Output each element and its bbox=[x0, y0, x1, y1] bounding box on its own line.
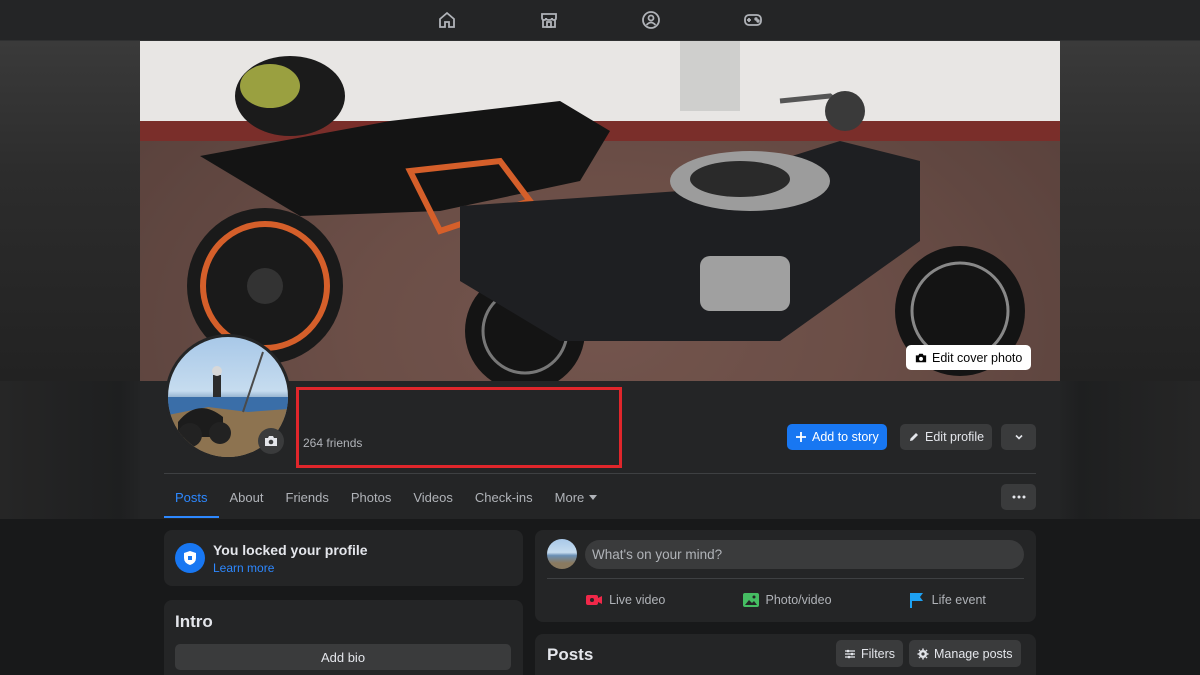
friends-count[interactable]: 264 friends bbox=[303, 436, 362, 450]
cover-side-left bbox=[0, 41, 140, 381]
add-bio-button[interactable]: Add bio bbox=[175, 644, 511, 670]
composer-actions: Live video Photo/video Life event bbox=[547, 582, 1024, 618]
learn-more-link[interactable]: Learn more bbox=[213, 561, 274, 575]
post-input[interactable]: What's on your mind? bbox=[585, 540, 1024, 569]
profile-tabs: Posts About Friends Photos Videos Check-… bbox=[164, 476, 608, 518]
composer-divider bbox=[547, 578, 1024, 579]
edit-profile-label: Edit profile bbox=[925, 430, 985, 444]
life-event-button[interactable]: Life event bbox=[908, 582, 986, 618]
photo-video-label: Photo/video bbox=[765, 593, 832, 607]
posts-title: Posts bbox=[547, 645, 594, 664]
add-to-story-button[interactable]: Add to story bbox=[787, 424, 887, 450]
live-video-icon bbox=[586, 595, 603, 605]
more-horizontal-icon bbox=[1012, 495, 1025, 499]
highlight-annotation-box bbox=[296, 387, 622, 468]
camera-icon bbox=[915, 353, 927, 362]
camera-icon bbox=[265, 436, 277, 446]
photo-video-button[interactable]: Photo/video bbox=[742, 582, 832, 618]
gaming-icon[interactable] bbox=[733, 0, 773, 40]
profile-options-button[interactable] bbox=[1001, 424, 1036, 450]
tab-check-ins[interactable]: Check-ins bbox=[464, 476, 544, 518]
live-video-label: Live video bbox=[609, 593, 666, 607]
tab-label: Check-ins bbox=[474, 489, 533, 505]
intro-card: Intro Add bio bbox=[164, 600, 523, 675]
shield-icon bbox=[175, 543, 205, 573]
photo-icon bbox=[742, 593, 759, 607]
tab-friends[interactable]: Friends bbox=[275, 476, 340, 518]
posts-card: Posts Filters Manage posts bbox=[535, 634, 1036, 675]
locked-profile-title: You locked your profile bbox=[213, 542, 368, 558]
tab-label: Posts bbox=[175, 489, 208, 505]
update-profile-picture-button[interactable] bbox=[258, 428, 284, 454]
tab-label: Friends bbox=[285, 489, 329, 505]
tab-more[interactable]: More bbox=[544, 476, 609, 518]
locked-profile-card: You locked your profile Learn more bbox=[164, 530, 523, 586]
flag-icon bbox=[909, 593, 923, 608]
tab-label: Photos bbox=[350, 489, 392, 505]
pencil-icon bbox=[910, 433, 918, 441]
tab-posts[interactable]: Posts bbox=[164, 476, 219, 518]
avatar[interactable] bbox=[547, 539, 577, 569]
live-video-button[interactable]: Live video bbox=[585, 582, 665, 618]
life-event-label: Life event bbox=[931, 593, 986, 607]
tab-label: About bbox=[229, 489, 264, 505]
groups-icon[interactable] bbox=[631, 0, 671, 40]
gear-icon bbox=[917, 648, 929, 659]
edit-profile-button[interactable]: Edit profile bbox=[900, 424, 993, 450]
home-icon[interactable] bbox=[427, 0, 467, 40]
caret-down-icon bbox=[589, 495, 598, 500]
intro-title: Intro bbox=[175, 612, 213, 631]
manage-posts-button[interactable]: Manage posts bbox=[909, 640, 1021, 667]
edit-cover-photo-button[interactable]: Edit cover photo bbox=[906, 345, 1032, 370]
filters-label: Filters bbox=[861, 646, 896, 661]
edit-cover-label: Edit cover photo bbox=[932, 350, 1023, 365]
top-navigation bbox=[0, 0, 1200, 41]
add-to-story-label: Add to story bbox=[812, 430, 879, 444]
tab-about[interactable]: About bbox=[219, 476, 275, 518]
marketplace-icon[interactable] bbox=[529, 0, 569, 40]
manage-posts-label: Manage posts bbox=[934, 646, 1013, 661]
post-composer: What's on your mind? Live video Photo/vi… bbox=[535, 530, 1036, 622]
tabs-menu-button[interactable] bbox=[1001, 484, 1036, 510]
chevron-down-icon bbox=[1014, 434, 1023, 440]
cover-photo[interactable] bbox=[140, 41, 1060, 381]
filter-icon bbox=[845, 649, 855, 658]
tab-label: More bbox=[554, 489, 585, 505]
tab-label: Videos bbox=[413, 489, 453, 505]
tab-videos[interactable]: Videos bbox=[402, 476, 464, 518]
filters-button[interactable]: Filters bbox=[836, 640, 904, 667]
plus-icon bbox=[796, 432, 806, 442]
header-divider bbox=[164, 473, 1036, 474]
cover-side-right bbox=[1060, 41, 1200, 381]
tab-photos[interactable]: Photos bbox=[340, 476, 402, 518]
